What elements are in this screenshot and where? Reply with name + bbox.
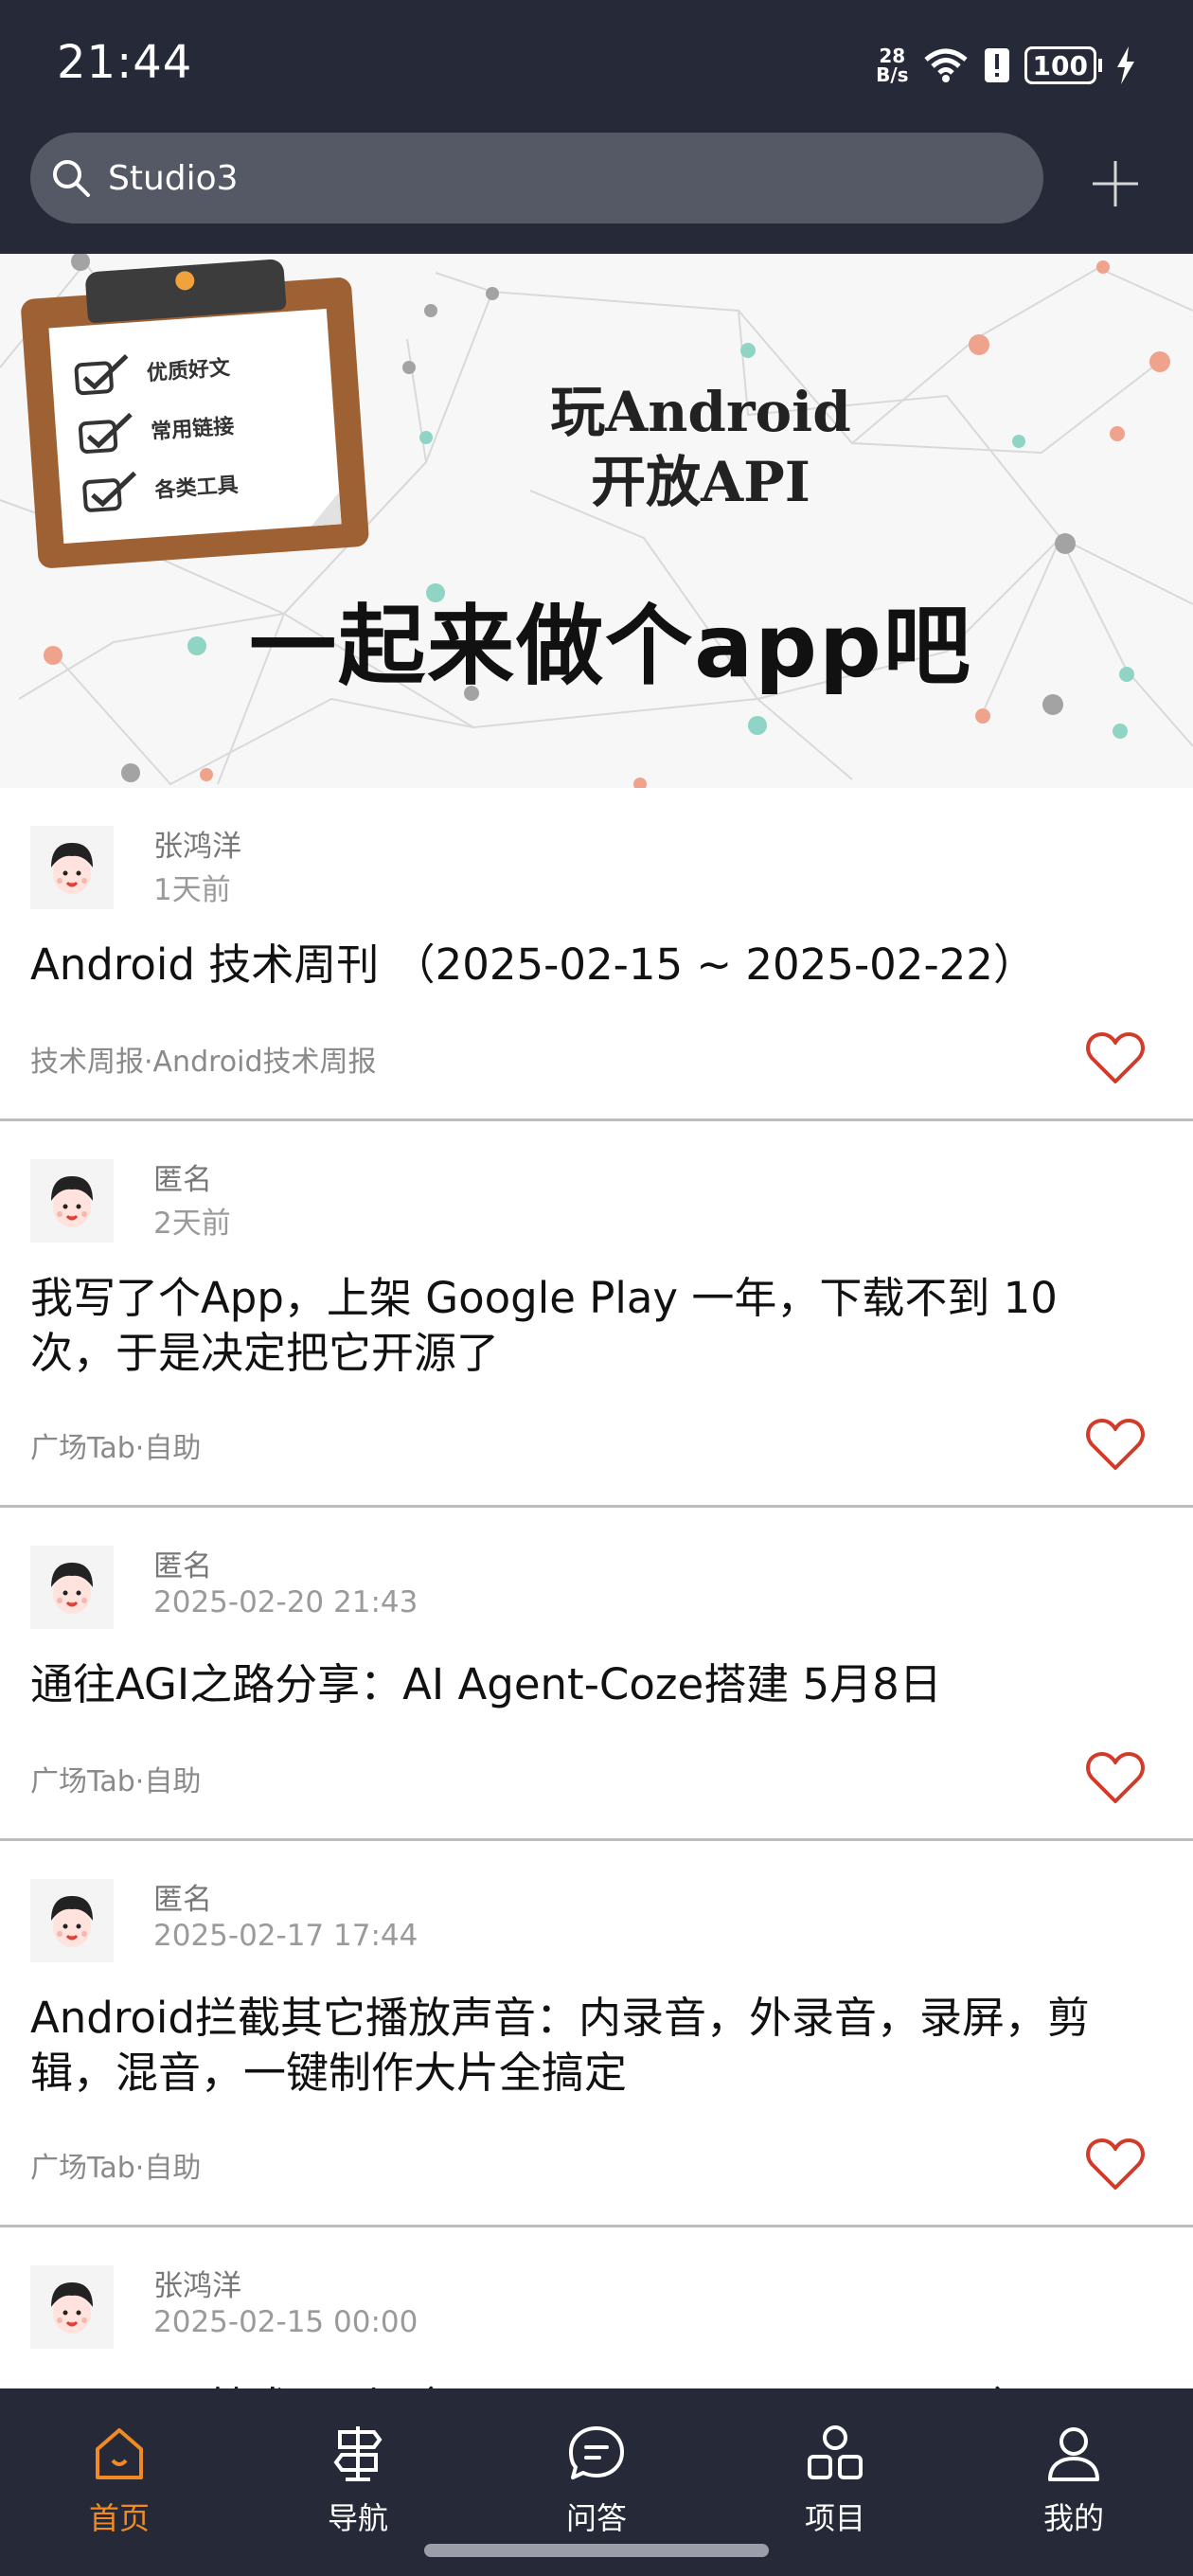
favorite-heart-icon[interactable] [1085, 1750, 1146, 1805]
article-tags[interactable]: 广场Tab·自助 [30, 1758, 201, 1799]
publish-time: 2025-02-15 00:00 [153, 2305, 418, 2339]
nav-label: 问答 [565, 2500, 627, 2536]
wifi-icon [923, 48, 968, 82]
status-icons: 28 B/s 100 [876, 42, 1136, 89]
checklist-item: 优质好文 [146, 356, 231, 386]
network-speed: 28 B/s [876, 45, 909, 86]
avatar [30, 1159, 114, 1243]
checklist-item: 各类工具 [153, 473, 240, 504]
nav-item-navigation[interactable]: 导航 [239, 2388, 477, 2540]
checkbox-icon [78, 412, 133, 454]
nav-label: 导航 [327, 2500, 388, 2536]
banner-slogan: 一起来做个app吧 [249, 596, 972, 697]
author-name[interactable]: 匿名 [153, 1542, 212, 1584]
avatar-face-icon [51, 843, 93, 894]
status-time: 21:44 [57, 36, 193, 89]
search-input[interactable] [106, 157, 962, 199]
search-icon [53, 160, 90, 197]
publish-time: 2025-02-20 21:43 [153, 1585, 418, 1619]
nav-label: 我的 [1042, 2500, 1104, 2536]
favorite-heart-icon[interactable] [1085, 1030, 1146, 1085]
project-icon [808, 2425, 863, 2479]
avatar [30, 1546, 114, 1629]
nav-item-home[interactable]: 首页 [0, 2388, 239, 2540]
article-list: 张鸿洋 1天前 Android 技术周刊 （2025-02-15 ~ 2025-… [0, 788, 1193, 2388]
checkbox-icon [82, 471, 137, 512]
signpost-icon [333, 2426, 383, 2481]
article-title[interactable]: Android拦截其它播放声音：内录音，外录音，录屏，剪辑，混音，一键制作大片全… [30, 1991, 1148, 2101]
article-card[interactable]: 匿名 2025-02-17 17:44 Android拦截其它播放声音：内录音，… [0, 1841, 1193, 2227]
banner-carousel[interactable]: 优质好文 常用链接 各类工具 玩Android 开放API 一起来做个app吧 [0, 254, 1193, 788]
article-title[interactable]: 我写了个App，上架 Google Play 一年，下载不到 10 次，于是决定… [30, 1271, 1148, 1381]
avatar-face-icon [51, 1176, 93, 1227]
chat-icon [569, 2426, 624, 2479]
article-title[interactable]: Android 技术周刊 （2025-02-15 ~ 2025-02-22） [30, 938, 1148, 993]
battery-icon: 100 [1024, 46, 1102, 84]
article-card[interactable]: 匿名 2天前 我写了个App，上架 Google Play 一年，下载不到 10… [0, 1121, 1193, 1508]
publish-time: 2025-02-17 17:44 [153, 1919, 418, 1953]
article-tags[interactable]: 技术周报·Android技术周报 [30, 1038, 377, 1080]
nav-label: 首页 [88, 2500, 150, 2536]
checklist-item: 常用链接 [150, 415, 236, 445]
nav-item-mine[interactable]: 我的 [954, 2388, 1193, 2540]
article-card[interactable]: 张鸿洋 2025-02-15 00:00 Android 技术周刊 （2025-… [0, 2227, 1193, 2388]
article-card[interactable]: 匿名 2025-02-20 21:43 通往AGI之路分享：AI Agent-C… [0, 1508, 1193, 1841]
user-icon [1048, 2427, 1099, 2481]
author-name[interactable]: 张鸿洋 [153, 822, 241, 865]
article-tags[interactable]: 广场Tab·自助 [30, 1424, 201, 1466]
author-name[interactable]: 张鸿洋 [153, 2262, 241, 2304]
nav-item-qa[interactable]: 问答 [477, 2388, 716, 2540]
home-indicator[interactable] [424, 2544, 769, 2557]
avatar [30, 2265, 114, 2349]
charging-icon [1117, 46, 1134, 84]
avatar-face-icon [51, 2282, 93, 2334]
banner-title: 玩Android 开放API [550, 380, 851, 514]
article-title[interactable]: Android 技术周刊 （2025-02-08 ~ 2025-02-15） [30, 2381, 1148, 2388]
home-icon [96, 2428, 143, 2479]
author-name[interactable]: 匿名 [153, 1155, 212, 1198]
favorite-heart-icon[interactable] [1085, 1417, 1146, 1472]
avatar-face-icon [51, 1563, 93, 1614]
article-card[interactable]: 张鸿洋 1天前 Android 技术周刊 （2025-02-15 ~ 2025-… [0, 788, 1193, 1121]
search-bar[interactable] [30, 133, 1043, 224]
nav-label: 项目 [804, 2500, 865, 2536]
publish-time: 2天前 [153, 1207, 231, 1241]
app-header: 21:44 28 B/s 100 [0, 0, 1193, 254]
clipboard-illustration: 优质好文 常用链接 各类工具 [19, 254, 370, 570]
article-title[interactable]: 通往AGI之路分享：AI Agent-Coze搭建 5月8日 [30, 1657, 1148, 1712]
checkbox-icon [74, 354, 129, 396]
sim-alert-icon [984, 48, 1009, 82]
favorite-heart-icon[interactable] [1085, 2137, 1146, 2191]
checklist: 优质好文 常用链接 各类工具 [71, 336, 240, 523]
avatar [30, 1879, 114, 1962]
add-button[interactable] [1089, 157, 1142, 210]
nav-item-project[interactable]: 项目 [716, 2388, 954, 2540]
avatar-face-icon [51, 1896, 93, 1947]
publish-time: 1天前 [153, 873, 231, 907]
avatar [30, 826, 114, 909]
article-tags[interactable]: 广场Tab·自助 [30, 2144, 201, 2186]
author-name[interactable]: 匿名 [153, 1875, 212, 1918]
